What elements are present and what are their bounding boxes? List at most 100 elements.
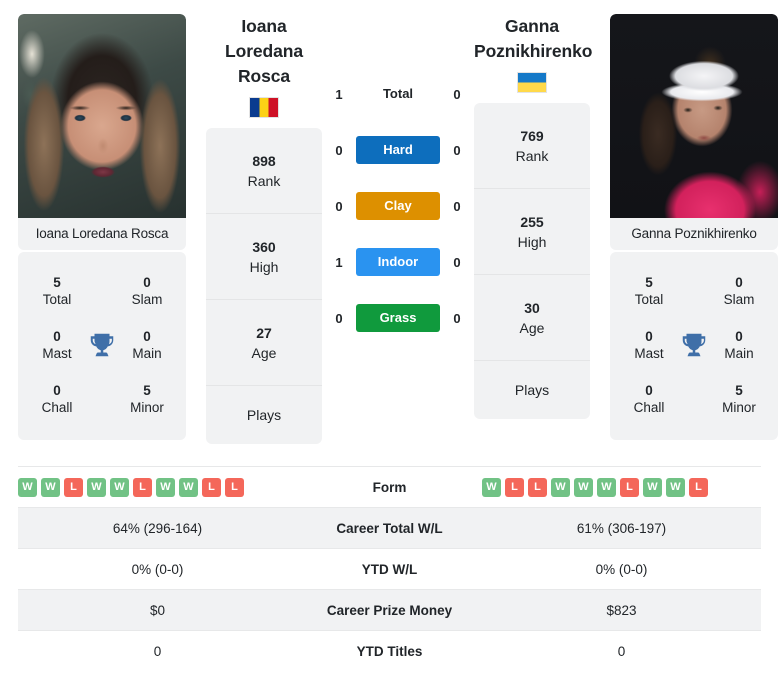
label: Minor — [130, 399, 164, 415]
right-info-rank: 769 Rank — [474, 103, 590, 189]
right-player-media-column: Ganna Poznikhirenko 5 Total 0 Slam 0 Mas… — [610, 14, 778, 440]
right-player-name[interactable]: Ganna Poznikhirenko — [474, 14, 593, 64]
form-badge-win: W — [482, 477, 501, 497]
titles-row-3: 0 Chall 5 Minor — [610, 372, 778, 426]
left-player-name[interactable]: Ioana Loredana Rosca — [206, 14, 322, 89]
left-player-photo — [18, 14, 186, 218]
value: 0 — [53, 328, 61, 344]
table-row-career-prize-money: $0 Career Prize Money $823 — [18, 589, 761, 631]
value: 0 — [53, 382, 61, 398]
left-info-plays: Plays — [206, 386, 322, 444]
form-badge-win: W — [597, 477, 616, 497]
right-player-photo-card[interactable]: Ganna Poznikhirenko — [610, 14, 778, 250]
name-line: Ioana — [241, 16, 287, 36]
label: High — [249, 258, 279, 275]
titles-row-2: 0 Mast 0 Main — [18, 318, 186, 372]
value: 0 — [735, 274, 743, 290]
value: 0 — [645, 382, 653, 398]
form-badge-win: W — [643, 477, 662, 497]
left-info-rank: 898 Rank — [206, 128, 322, 214]
right-career-total-wl: 61% (306-197) — [482, 507, 761, 549]
left-titles-main: 0 Main — [118, 328, 176, 363]
surface-badge-hard[interactable]: Hard — [356, 136, 440, 164]
label: Main — [132, 345, 162, 361]
player-stats-table: WWLWWLWWLL Form WLLWWWLWWL 64% (296-164)… — [18, 466, 761, 672]
h2h-row-grass: 0 Grass 0 — [322, 290, 474, 346]
left-player-info-column: Ioana Loredana Rosca 898 Rank 360 High 2… — [206, 14, 322, 444]
form-badge-win: W — [179, 477, 198, 497]
label: Rank — [515, 147, 549, 164]
label: Chall — [41, 399, 73, 415]
form-badge-loss: L — [505, 477, 524, 497]
right-titles-chall: 0 Chall — [620, 382, 678, 417]
surface-badge-clay[interactable]: Clay — [356, 192, 440, 220]
surface-badge-grass[interactable]: Grass — [356, 304, 440, 332]
titles-row-2: 0 Mast 0 Main — [610, 318, 778, 372]
name-line: Loredana — [225, 41, 303, 61]
value: 0 — [735, 328, 743, 344]
right-titles-main: 0 Main — [710, 328, 768, 363]
form-badge-win: W — [87, 477, 106, 497]
h2h-right-value: 0 — [453, 86, 461, 102]
right-ytd-wl: 0% (0-0) — [482, 548, 761, 590]
value: 27 — [256, 324, 272, 341]
row-label-ytd-titles: YTD Titles — [297, 630, 482, 672]
name-line: Rosca — [237, 66, 291, 86]
h2h-left-value: 1 — [335, 254, 343, 270]
label: Rank — [247, 172, 281, 189]
value: 360 — [252, 238, 276, 255]
value: 898 — [252, 152, 276, 169]
table-row-ytd-wl: 0% (0-0) YTD W/L 0% (0-0) — [18, 548, 761, 590]
right-player-titles-card: 5 Total 0 Slam 0 Mast 0 Main 0 Chall 5 M… — [610, 252, 778, 440]
h2h-right-value: 0 — [453, 198, 461, 214]
right-player-info-card: 769 Rank 255 High 30 Age Plays — [474, 103, 590, 419]
form-badge-win: W — [41, 477, 60, 497]
h2h-right-value: 0 — [453, 310, 461, 326]
left-player-flag-wrap — [206, 89, 322, 128]
form-badge-loss: L — [133, 477, 152, 497]
form-badge-win: W — [110, 477, 129, 497]
left-player-info-card: 898 Rank 360 High 27 Age Plays — [206, 128, 322, 444]
form-badge-win: W — [156, 477, 175, 497]
left-player-photo-card[interactable]: Ioana Loredana Rosca — [18, 14, 186, 250]
right-ytd-titles: 0 — [482, 630, 761, 672]
value: 769 — [520, 127, 544, 144]
form-badge-loss: L — [64, 477, 83, 497]
label: High — [517, 233, 547, 250]
left-form-strip: WWLWWLWWLL — [18, 477, 297, 497]
left-ytd-titles: 0 — [18, 630, 297, 672]
right-player-info-column: Ganna Poznikhirenko 769 Rank 255 High 30… — [474, 14, 593, 419]
h2h-row-hard: 0 Hard 0 — [322, 122, 474, 178]
surface-badge-indoor[interactable]: Indoor — [356, 248, 440, 276]
left-career-total-wl: 64% (296-164) — [18, 507, 297, 549]
left-player-titles-card: 5 Total 0 Slam 0 Mast 0 Main 0 Chall 5 M… — [18, 252, 186, 440]
form-badge-win: W — [551, 477, 570, 497]
right-info-plays: Plays — [474, 361, 590, 419]
h2h-left-value: 1 — [335, 86, 343, 102]
form-badge-loss: L — [689, 477, 708, 497]
value: 0 — [143, 328, 151, 344]
flag-ukraine-icon — [517, 72, 547, 93]
label: Slam — [131, 291, 163, 307]
flag-romania-icon — [249, 97, 279, 118]
row-label-career-prize-money: Career Prize Money — [297, 589, 482, 631]
left-ytd-wl: 0% (0-0) — [18, 548, 297, 590]
left-player-photo-caption: Ioana Loredana Rosca — [35, 226, 169, 241]
name-line: Poznikhirenko — [474, 41, 593, 61]
name-line: Ganna — [505, 16, 559, 36]
titles-row-3: 0 Chall 5 Minor — [18, 372, 186, 426]
left-titles-minor: 5 Minor — [118, 382, 176, 417]
value: 30 — [524, 299, 540, 316]
h2h-left-value: 0 — [335, 198, 343, 214]
form-badge-win: W — [18, 477, 37, 497]
left-titles-mast: 0 Mast — [28, 328, 86, 363]
table-row-ytd-titles: 0 YTD Titles 0 — [18, 630, 761, 672]
right-titles-mast: 0 Mast — [620, 328, 678, 363]
form-badge-win: W — [574, 477, 593, 497]
form-badge-loss: L — [225, 477, 244, 497]
value: 0 — [143, 274, 151, 290]
h2h-total-label: Total — [382, 86, 414, 101]
right-player-flag-wrap — [474, 64, 590, 103]
right-titles-minor: 5 Minor — [710, 382, 768, 417]
left-info-age: 27 Age — [206, 300, 322, 386]
